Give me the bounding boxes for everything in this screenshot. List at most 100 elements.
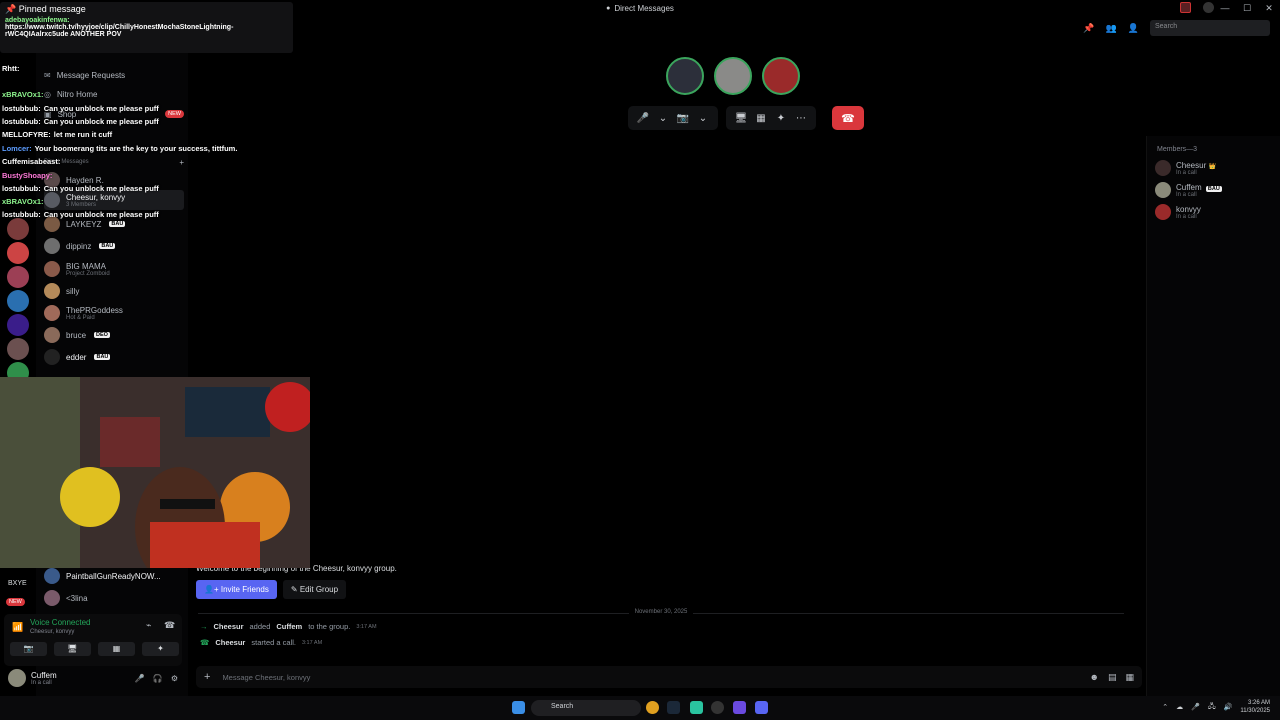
maximize-button[interactable]: ☐: [1236, 0, 1258, 16]
noise-suppression-icon[interactable]: ⌁: [146, 620, 151, 631]
pin-icon: 📌: [5, 4, 17, 14]
search-input[interactable]: Search: [1150, 20, 1270, 36]
soundboard-button[interactable]: ✦: [773, 113, 789, 124]
chat-line: lostubbub: Can you unblock me please puff: [2, 210, 159, 219]
app-icon[interactable]: [733, 701, 746, 714]
windows-start-icon[interactable]: [512, 701, 525, 714]
taskbar-search[interactable]: Search: [531, 700, 641, 716]
avatar: [44, 238, 60, 254]
dm-item-bruce[interactable]: bruce DEO: [44, 325, 184, 345]
window-controls: — ☐ ✕: [1214, 0, 1280, 16]
user-name[interactable]: Cuffem: [31, 671, 57, 680]
call-participant-avatar[interactable]: [714, 57, 752, 95]
dm-item-dippinz[interactable]: dippinz BAU: [44, 236, 184, 256]
screenshare-button[interactable]: 🖥: [733, 113, 749, 124]
user-tools: 🎤 🎧 ⚙: [135, 674, 182, 683]
close-button[interactable]: ✕: [1258, 0, 1280, 16]
avatar: [1155, 160, 1171, 176]
emoji-icon[interactable]: ☻: [1089, 672, 1098, 683]
share-control-group: 🖥 ▦ ✦ ⋯: [726, 106, 816, 130]
user-avatar[interactable]: [8, 669, 26, 687]
message-author[interactable]: Cheesur: [215, 638, 245, 647]
mic-icon[interactable]: 🎤: [135, 674, 145, 683]
dm-item-prgoddess[interactable]: ThePRGoddess Hot & Paid: [44, 303, 184, 323]
edit-group-button[interactable]: ✎ Edit Group: [282, 580, 347, 599]
member-item[interactable]: konvyy In a call: [1155, 204, 1201, 220]
dm-item-edder[interactable]: edder BAU: [44, 347, 184, 367]
member-list: Members—3 Cheesur 👑 In a call Cuffem BAU…: [1146, 136, 1280, 696]
server-icon[interactable]: [7, 218, 29, 240]
volume-icon[interactable]: 🔊: [1224, 703, 1233, 711]
tray-chevron-icon[interactable]: ⌃: [1162, 703, 1168, 711]
network-icon[interactable]: 🖧: [1208, 702, 1216, 713]
pin-icon[interactable]: 📌: [1083, 23, 1094, 34]
welcome-buttons: 👤+ Invite Friends ✎ Edit Group: [196, 580, 347, 599]
add-dm-button[interactable]: +: [179, 158, 184, 167]
screenshare-button[interactable]: 🖥: [54, 642, 91, 656]
clock[interactable]: 3:26 AM 11/30/2025: [1240, 699, 1270, 715]
apps-icon[interactable]: ▦: [1125, 672, 1134, 683]
system-tray: ⌃ ☁ 🎤 🖧 🔊 3:26 AM 11/30/2025: [1162, 699, 1270, 715]
call-participant-avatar[interactable]: [762, 57, 800, 95]
chat-region: Welcome to the beginning of the Cheesur,…: [188, 136, 1146, 696]
date-divider: November 30, 2025: [188, 609, 1134, 615]
member-item[interactable]: Cuffem BAU In a call: [1155, 182, 1222, 198]
dm-item-paintball[interactable]: PaintballGunReadyNOW...: [44, 566, 184, 586]
soundboard-button[interactable]: ✦: [142, 642, 179, 656]
message-author[interactable]: Cheesur: [214, 622, 244, 631]
avatar: [44, 327, 60, 343]
more-options-button[interactable]: ⋯: [793, 113, 809, 124]
minimize-button[interactable]: —: [1214, 0, 1236, 16]
inbox-alert-icon[interactable]: [1180, 2, 1191, 13]
mic-button[interactable]: 🎤: [635, 113, 651, 124]
mic-tray-icon[interactable]: 🎤: [1191, 703, 1200, 711]
steam-icon[interactable]: [667, 701, 680, 714]
friends-icon: ●: [606, 4, 611, 12]
end-call-button[interactable]: ☎: [832, 106, 864, 130]
app-icon[interactable]: [711, 701, 724, 714]
message-target[interactable]: Cuffem: [276, 622, 302, 631]
member-list-icon[interactable]: 👤: [1128, 23, 1139, 34]
server-icon[interactable]: [7, 338, 29, 360]
headphones-icon[interactable]: 🎧: [153, 674, 163, 683]
avatar: [44, 283, 60, 299]
call-participant-avatar[interactable]: [666, 57, 704, 95]
dm-item-silly[interactable]: silly: [44, 281, 184, 301]
disconnect-icon[interactable]: ☎: [164, 620, 175, 631]
help-icon[interactable]: [1203, 2, 1214, 13]
server-icon[interactable]: [7, 242, 29, 264]
settings-gear-icon[interactable]: ⚙: [171, 674, 178, 683]
pinned-user: adebayoakinfenwa:: [5, 17, 70, 24]
nitro-home-link[interactable]: ◎ Nitro Home: [44, 84, 184, 104]
voice-status[interactable]: Voice Connected: [30, 618, 91, 627]
dm-item-group[interactable]: Cheesur, konvyy 3 Members: [44, 190, 184, 210]
discord-icon[interactable]: [755, 701, 768, 714]
camera-button[interactable]: 📷: [10, 642, 47, 656]
member-item[interactable]: Cheesur 👑 In a call: [1155, 160, 1216, 176]
camera-options-chevron-icon[interactable]: ⌄: [695, 113, 711, 124]
message-requests-link[interactable]: ✉ Message Requests: [44, 65, 184, 85]
cloud-icon[interactable]: ☁: [1176, 703, 1183, 711]
chrome-icon[interactable]: [646, 701, 659, 714]
call-controls: 🎤 ⌄ 📷 ⌄ 🖥 ▦ ✦ ⋯ ☎: [628, 106, 864, 130]
message-composer[interactable]: + Message Cheesur, konvyy ☻ ▤ ▦: [196, 666, 1142, 688]
app-icon[interactable]: [690, 701, 703, 714]
mic-options-chevron-icon[interactable]: ⌄: [655, 113, 671, 124]
gif-icon[interactable]: ▤: [1108, 672, 1117, 683]
avatar: [1155, 182, 1171, 198]
server-icon[interactable]: [7, 314, 29, 336]
add-friends-icon[interactable]: 👥: [1106, 23, 1117, 34]
avatar: [44, 305, 60, 321]
server-icon[interactable]: [7, 266, 29, 288]
camera-button[interactable]: 📷: [675, 113, 691, 124]
activities-button[interactable]: ▦: [98, 642, 135, 656]
dm-item-3lina[interactable]: <3lina: [44, 588, 184, 608]
server-icon[interactable]: [7, 290, 29, 312]
dm-item-big-mama[interactable]: BIG MAMA Project Zomboid: [44, 259, 184, 279]
attach-plus-icon[interactable]: +: [204, 671, 210, 683]
composer-tools: ☻ ▤ ▦: [1089, 672, 1134, 683]
activities-button[interactable]: ▦: [753, 113, 769, 124]
avatar: [44, 590, 60, 606]
chat-line: xBRAVOx1:: [2, 90, 44, 99]
invite-friends-button[interactable]: 👤+ Invite Friends: [196, 580, 277, 599]
